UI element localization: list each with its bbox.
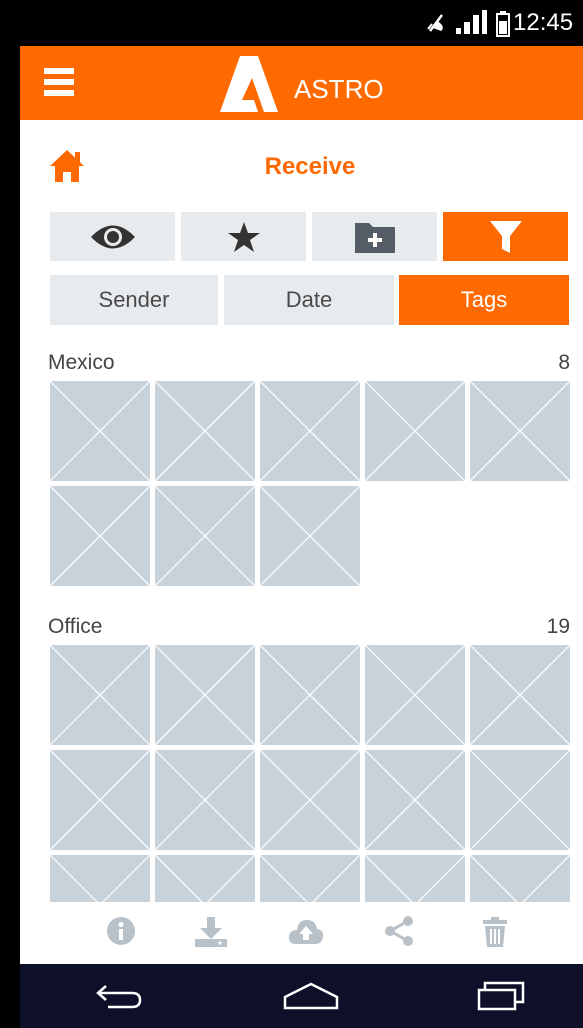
image-thumbnail[interactable] <box>260 750 360 850</box>
image-thumbnail[interactable] <box>260 381 360 481</box>
info-icon[interactable] <box>106 916 136 946</box>
status-bar: 12:45 <box>20 0 583 46</box>
download-icon[interactable] <box>194 916 228 948</box>
share-icon[interactable] <box>384 916 414 946</box>
menu-icon[interactable] <box>44 68 74 98</box>
new-folder-button[interactable] <box>312 212 437 261</box>
view-favorites-button[interactable] <box>181 212 306 261</box>
tab-date[interactable]: Date <box>224 275 394 325</box>
new-folder-icon <box>354 222 395 253</box>
signal-icon <box>456 10 487 34</box>
image-thumbnail[interactable] <box>155 750 255 850</box>
tab-tags[interactable]: Tags <box>399 275 569 325</box>
filter-button[interactable] <box>443 212 568 261</box>
tab-sender[interactable]: Sender <box>50 275 218 325</box>
home-nav-icon[interactable] <box>282 980 340 1012</box>
image-thumbnail[interactable] <box>470 750 570 850</box>
filter-icon <box>489 220 522 253</box>
page-title: Receive <box>264 153 356 180</box>
image-thumbnail[interactable] <box>365 381 465 481</box>
group-count: 8 <box>558 351 570 374</box>
recents-icon[interactable] <box>476 980 526 1012</box>
image-thumbnail[interactable] <box>365 750 465 850</box>
back-icon[interactable] <box>94 980 144 1012</box>
group-name: Mexico <box>48 351 115 374</box>
bottom-toolbar <box>20 902 583 964</box>
image-thumbnail[interactable] <box>470 381 570 481</box>
image-thumbnail[interactable] <box>50 381 150 481</box>
image-thumbnail[interactable] <box>365 645 465 745</box>
app-title: ASTRO <box>294 74 384 104</box>
upload-cloud-icon[interactable] <box>288 916 324 946</box>
app-bar: ASTRO <box>20 46 583 120</box>
phone-screen: 12:45 ASTRO Receive Sender Date Tags Mex… <box>20 0 583 1028</box>
group-count: 19 <box>546 615 570 638</box>
battery-icon <box>496 11 510 37</box>
image-thumbnail[interactable] <box>470 645 570 745</box>
group-name: Office <box>48 615 103 638</box>
image-thumbnail[interactable] <box>50 750 150 850</box>
image-thumbnail[interactable] <box>155 645 255 745</box>
eye-icon <box>90 225 135 248</box>
mute-icon <box>427 14 443 32</box>
status-time: 12:45 <box>513 9 574 36</box>
image-thumbnail[interactable] <box>155 381 255 481</box>
trash-icon[interactable] <box>482 916 508 948</box>
image-thumbnail[interactable] <box>260 645 360 745</box>
star-icon <box>227 221 260 252</box>
system-nav-bar <box>20 964 583 1028</box>
image-thumbnail[interactable] <box>50 645 150 745</box>
image-thumbnail[interactable] <box>50 486 150 586</box>
image-thumbnail[interactable] <box>260 486 360 586</box>
image-thumbnail[interactable] <box>155 486 255 586</box>
view-preview-button[interactable] <box>50 212 175 261</box>
astro-logo-icon <box>220 56 278 112</box>
